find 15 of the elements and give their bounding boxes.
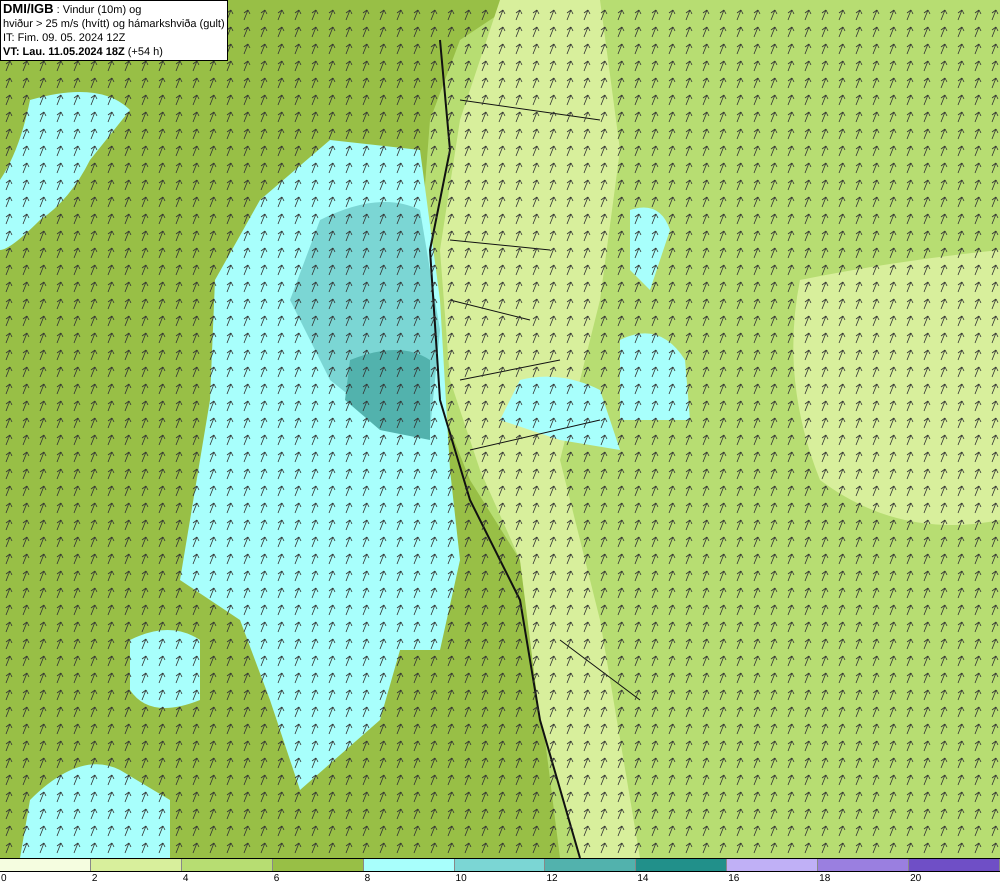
- legend-tick-label: 6: [274, 872, 280, 886]
- initial-time: IT: Fim. 09. 05. 2024 12Z: [3, 31, 126, 45]
- legend-tick-label: 10: [456, 872, 467, 886]
- legend-tick-label: 0: [1, 872, 7, 886]
- legend-tick-label: 4: [182, 872, 188, 886]
- legend-tick-label: 2: [92, 872, 98, 886]
- legend-tick-label: 14: [637, 872, 648, 886]
- chart-title: DMI/IGB : Vindur (10m) og: [3, 2, 142, 17]
- legend-tick-label: 8: [364, 872, 370, 886]
- legend-tick-label: 18: [819, 872, 830, 886]
- chart-subtitle: hviður > 25 m/s (hvítt) og hámarkshviða (gult): [3, 17, 225, 31]
- legend-tick-label: 16: [728, 872, 740, 886]
- valid-time: VT: Lau. 11.05.2024 18Z (+54 h): [3, 45, 164, 59]
- legend-tick-label: 12: [546, 872, 558, 886]
- legend-tick-label: 20: [910, 872, 922, 886]
